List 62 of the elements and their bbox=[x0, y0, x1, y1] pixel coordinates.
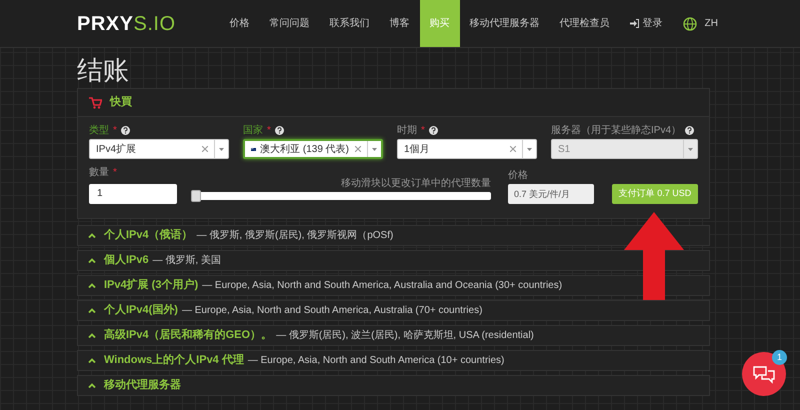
field-label: 类型 bbox=[89, 124, 109, 138]
required-mark: * bbox=[267, 124, 271, 138]
field-label: 国家 bbox=[243, 124, 263, 138]
login-icon bbox=[630, 19, 639, 28]
field-label: 服务器（用于某些静态IPv4） bbox=[551, 124, 682, 138]
caret-icon[interactable] bbox=[527, 148, 532, 150]
page-title: 结账 bbox=[77, 54, 130, 86]
chat-button[interactable] bbox=[742, 352, 786, 396]
chat-icon bbox=[752, 364, 776, 384]
slider-hint: 移动滑块以更改订单中的代理数量 bbox=[341, 178, 491, 190]
quantity-input[interactable]: 1 bbox=[89, 184, 177, 204]
select-value: 1個月 bbox=[404, 142, 430, 156]
clear-icon[interactable] bbox=[355, 146, 361, 152]
select-field[interactable]: IPv4扩展 bbox=[89, 139, 229, 159]
clear-icon[interactable] bbox=[202, 146, 208, 152]
help-icon[interactable] bbox=[120, 126, 130, 135]
chevron-up-icon bbox=[88, 233, 96, 238]
nav-link[interactable]: 移动代理服务器 bbox=[460, 0, 550, 47]
caret-icon[interactable] bbox=[219, 148, 224, 150]
accordion-header[interactable]: 个人IPv4（俄语） — 俄罗斯, 俄罗斯(居民), 俄罗斯视网（pOSf) bbox=[77, 225, 710, 246]
login-link[interactable]: 登录 bbox=[620, 0, 673, 47]
chevron-up-icon bbox=[88, 283, 96, 288]
nav-link[interactable]: 代理检查员 bbox=[550, 0, 620, 47]
slider-thumb[interactable] bbox=[191, 190, 201, 202]
select-field[interactable]: 澳大利亚 (139 代表) bbox=[243, 139, 383, 159]
cart-icon bbox=[89, 96, 102, 108]
notification-badge: 1 bbox=[772, 350, 787, 365]
accordion-header[interactable]: 高级IPv4（居民和稀有的GEO）。 — 俄罗斯(居民), 波兰(居民), 哈萨克斯坦, USA (residential) bbox=[77, 325, 710, 346]
chevron-up-icon bbox=[88, 333, 96, 338]
chevron-up-icon bbox=[88, 258, 96, 263]
help-icon[interactable] bbox=[685, 126, 694, 135]
globe-icon bbox=[682, 16, 697, 30]
help-icon[interactable] bbox=[274, 126, 284, 135]
price-label: 价格 bbox=[508, 168, 529, 183]
nav-link[interactable]: 价格 bbox=[220, 0, 260, 47]
caret-icon[interactable] bbox=[372, 148, 377, 150]
accordion-header[interactable]: Windows上的个人IPv4 代理 — Europe, Asia, North and South America (10+ countries) bbox=[77, 350, 710, 371]
nav-link[interactable]: 常问问题 bbox=[260, 0, 320, 47]
required-mark: * bbox=[421, 124, 425, 138]
logo[interactable]: PRXYS.IO bbox=[77, 8, 176, 38]
required-mark: * bbox=[113, 166, 117, 180]
field-label: 數量 bbox=[89, 166, 109, 180]
panel-title: 快買 bbox=[110, 94, 132, 110]
select-value: 澳大利亚 (139 代表) bbox=[260, 142, 349, 156]
chevron-up-icon bbox=[88, 383, 96, 388]
required-mark: * bbox=[113, 124, 117, 138]
chevron-up-icon bbox=[88, 358, 96, 363]
accordion-header[interactable]: 个人IPv4(国外) — Europe, Asia, North and South America, Australia (70+ countries) bbox=[77, 300, 710, 321]
chevron-up-icon bbox=[88, 308, 96, 313]
help-icon[interactable] bbox=[428, 126, 438, 135]
accordion-header[interactable]: IPv4扩展 (3个用户) — Europe, Asia, North and South America, Australia and Oceania (30+ countries) bbox=[77, 275, 710, 296]
select-value: IPv4扩展 bbox=[96, 142, 136, 156]
clear-icon[interactable] bbox=[510, 146, 516, 152]
select-value: S1 bbox=[558, 142, 570, 156]
field-label: 时期 bbox=[397, 124, 417, 138]
price-field: 0.7 美元/件/月 bbox=[508, 184, 594, 204]
select-field[interactable]: 1個月 bbox=[397, 139, 537, 159]
accordion-header[interactable]: 移动代理服务器 bbox=[77, 375, 710, 396]
language-link[interactable]: ZH bbox=[672, 0, 728, 47]
nav-link[interactable]: 博客 bbox=[380, 0, 420, 47]
accordion-header[interactable]: 個人IPv6 — 俄罗斯, 美国 bbox=[77, 250, 710, 271]
nav-link[interactable]: 联系我们 bbox=[320, 0, 380, 47]
